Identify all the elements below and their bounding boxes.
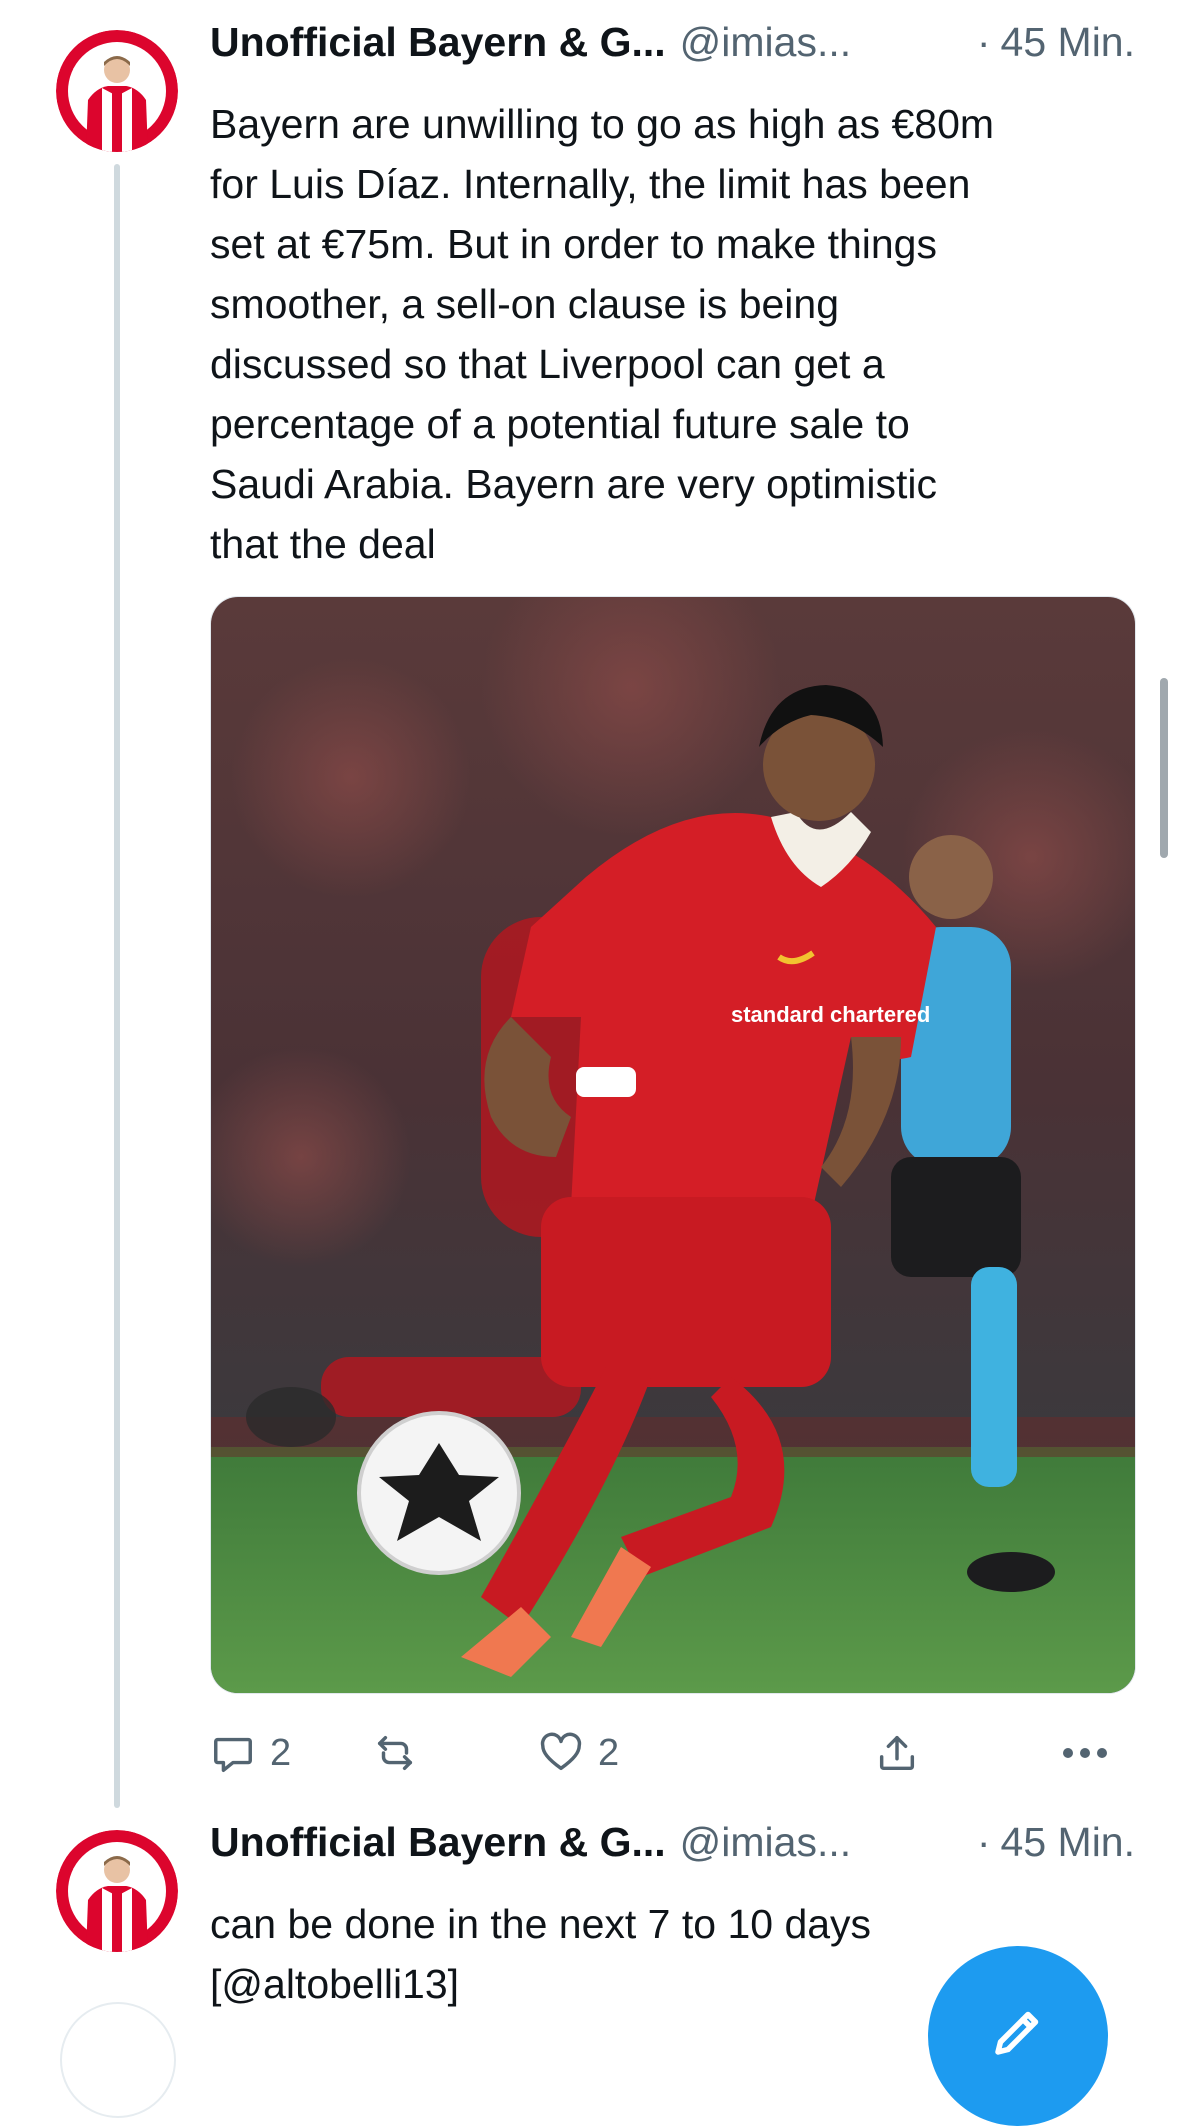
timestamp[interactable]: 45 Min. xyxy=(1001,1814,1135,1870)
compose-icon xyxy=(988,2002,1048,2067)
tweet-photo[interactable]: standard chartered xyxy=(210,596,1136,1694)
shirt-sponsor-text: standard chartered xyxy=(731,1002,930,1027)
share-button[interactable] xyxy=(874,1722,920,1784)
author-handle[interactable]: @imias... xyxy=(680,1814,851,1870)
timestamp[interactable]: 45 Min. xyxy=(1001,14,1135,70)
tweet-actions: 2 2 xyxy=(210,1722,1134,1784)
retweet-icon xyxy=(372,1730,418,1776)
more-icon xyxy=(1060,1743,1110,1763)
more-options-button[interactable] xyxy=(1060,1722,1110,1784)
reply-button[interactable]: 2 xyxy=(210,1722,291,1784)
author-name[interactable]: Unofficial Bayern & G... xyxy=(210,14,666,70)
separator-dot: · xyxy=(976,1819,991,1865)
scrollbar-thumb[interactable] xyxy=(1160,678,1168,858)
reply-icon xyxy=(210,1730,256,1776)
author-name[interactable]: Unofficial Bayern & G... xyxy=(210,1814,666,1870)
next-avatar-partial xyxy=(60,2002,176,2118)
heart-icon xyxy=(538,1730,584,1776)
like-count: 2 xyxy=(598,1731,620,1774)
author-handle[interactable]: @imias... xyxy=(680,14,851,70)
reply-count: 2 xyxy=(270,1731,292,1774)
like-button[interactable]: 2 xyxy=(538,1722,619,1784)
tweet-header: Unofficial Bayern & G... @imias... · 45 … xyxy=(210,14,1135,70)
retweet-button[interactable] xyxy=(372,1722,432,1784)
thread-connector-line xyxy=(114,164,120,1808)
avatar[interactable] xyxy=(56,1830,178,1952)
compose-button[interactable] xyxy=(928,1946,1108,2126)
tweet-text: Bayern are unwilling to go as high as €8… xyxy=(210,101,995,567)
separator-dot: · xyxy=(976,19,991,65)
tweet-header: Unofficial Bayern & G... @imias... · 45 … xyxy=(210,1814,1135,1870)
share-icon xyxy=(874,1730,920,1776)
avatar[interactable] xyxy=(56,30,178,152)
